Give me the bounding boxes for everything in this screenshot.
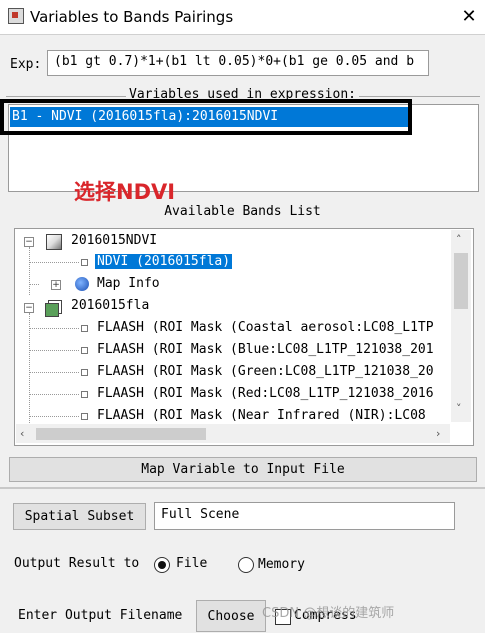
output-file-label[interactable]: File (176, 556, 207, 571)
tree-item-map-info[interactable]: Map Info (97, 276, 160, 296)
leaf-icon (81, 413, 88, 420)
globe-icon (75, 277, 89, 291)
leaf-icon (81, 369, 88, 376)
collapse-icon[interactable]: − (24, 303, 34, 313)
tree-connector (29, 350, 79, 351)
tree-item-ndvi-band[interactable]: NDVI (2016015fla) (95, 254, 233, 274)
output-result-label: Output Result to (14, 556, 140, 571)
leaf-icon (81, 259, 88, 266)
tree-connector (29, 394, 79, 395)
annotation-text: 选择NDVI (74, 180, 176, 204)
tree-connector (29, 328, 79, 329)
scroll-down-icon[interactable]: ˅ (456, 402, 462, 415)
app-icon (8, 8, 24, 24)
map-variable-button[interactable]: Map Variable to Input File (9, 457, 477, 482)
choose-button[interactable]: Choose (196, 600, 266, 632)
output-memory-radio[interactable] (238, 557, 254, 573)
expression-field[interactable]: (b1 gt 0.7)*1+(b1 lt 0.05)*0+(b1 ge 0.05… (47, 50, 429, 76)
horizontal-scroll-thumb[interactable] (36, 428, 206, 440)
tree-connector (29, 247, 30, 295)
window-title: Variables to Bands Pairings (30, 8, 234, 26)
leaf-icon (81, 391, 88, 398)
multiband-file-icon (45, 303, 59, 317)
tree-item-band[interactable]: FLAASH (ROI Mask (Green:LC08_L1TP_121038… (97, 364, 434, 384)
bands-tree[interactable]: − 2016015NDVI NDVI (2016015fla) + Map In… (14, 228, 474, 446)
highlight-box (0, 99, 412, 135)
output-filename-label: Enter Output Filename (18, 608, 183, 623)
tree-connector (29, 313, 30, 423)
tree-connector (29, 416, 79, 417)
image-file-icon (46, 234, 62, 250)
vertical-scroll-thumb[interactable] (454, 253, 468, 309)
tree-item-band[interactable]: FLAASH (ROI Mask (Red:LC08_L1TP_121038_2… (97, 386, 434, 406)
bands-list-label: Available Bands List (164, 204, 321, 219)
spatial-subset-button[interactable]: Spatial Subset (13, 503, 146, 530)
scroll-up-icon[interactable]: ˄ (456, 233, 462, 246)
expand-icon[interactable]: + (51, 280, 61, 290)
tree-connector (29, 262, 79, 263)
watermark-text: CSDN @想谈的建筑师 (262, 606, 395, 621)
scroll-right-icon[interactable]: › (436, 427, 440, 440)
scroll-left-icon[interactable]: ‹ (20, 427, 24, 440)
leaf-icon (81, 325, 88, 332)
tree-item-band[interactable]: FLAASH (ROI Mask (Coastal aerosol:LC08_L… (97, 320, 434, 340)
collapse-icon[interactable]: − (24, 237, 34, 247)
leaf-icon (81, 347, 88, 354)
tree-item-2016015ndvi[interactable]: 2016015NDVI (71, 233, 157, 253)
tree-item-2016015fla[interactable]: 2016015fla (71, 298, 149, 318)
output-memory-label[interactable]: Memory (258, 557, 305, 572)
title-bar: Variables to Bands Pairings ✕ (0, 0, 485, 34)
tree-item-band[interactable]: FLAASH (ROI Mask (Blue:LC08_L1TP_121038_… (97, 342, 434, 362)
spatial-subset-field: Full Scene (154, 502, 455, 530)
tree-connector (29, 284, 39, 285)
selected-band-label: NDVI (2016015fla) (95, 254, 233, 269)
tree-connector (29, 372, 79, 373)
output-file-radio[interactable] (154, 557, 170, 573)
section-divider (0, 487, 485, 489)
expression-label: Exp: (10, 57, 42, 72)
close-icon[interactable]: ✕ (458, 6, 480, 27)
